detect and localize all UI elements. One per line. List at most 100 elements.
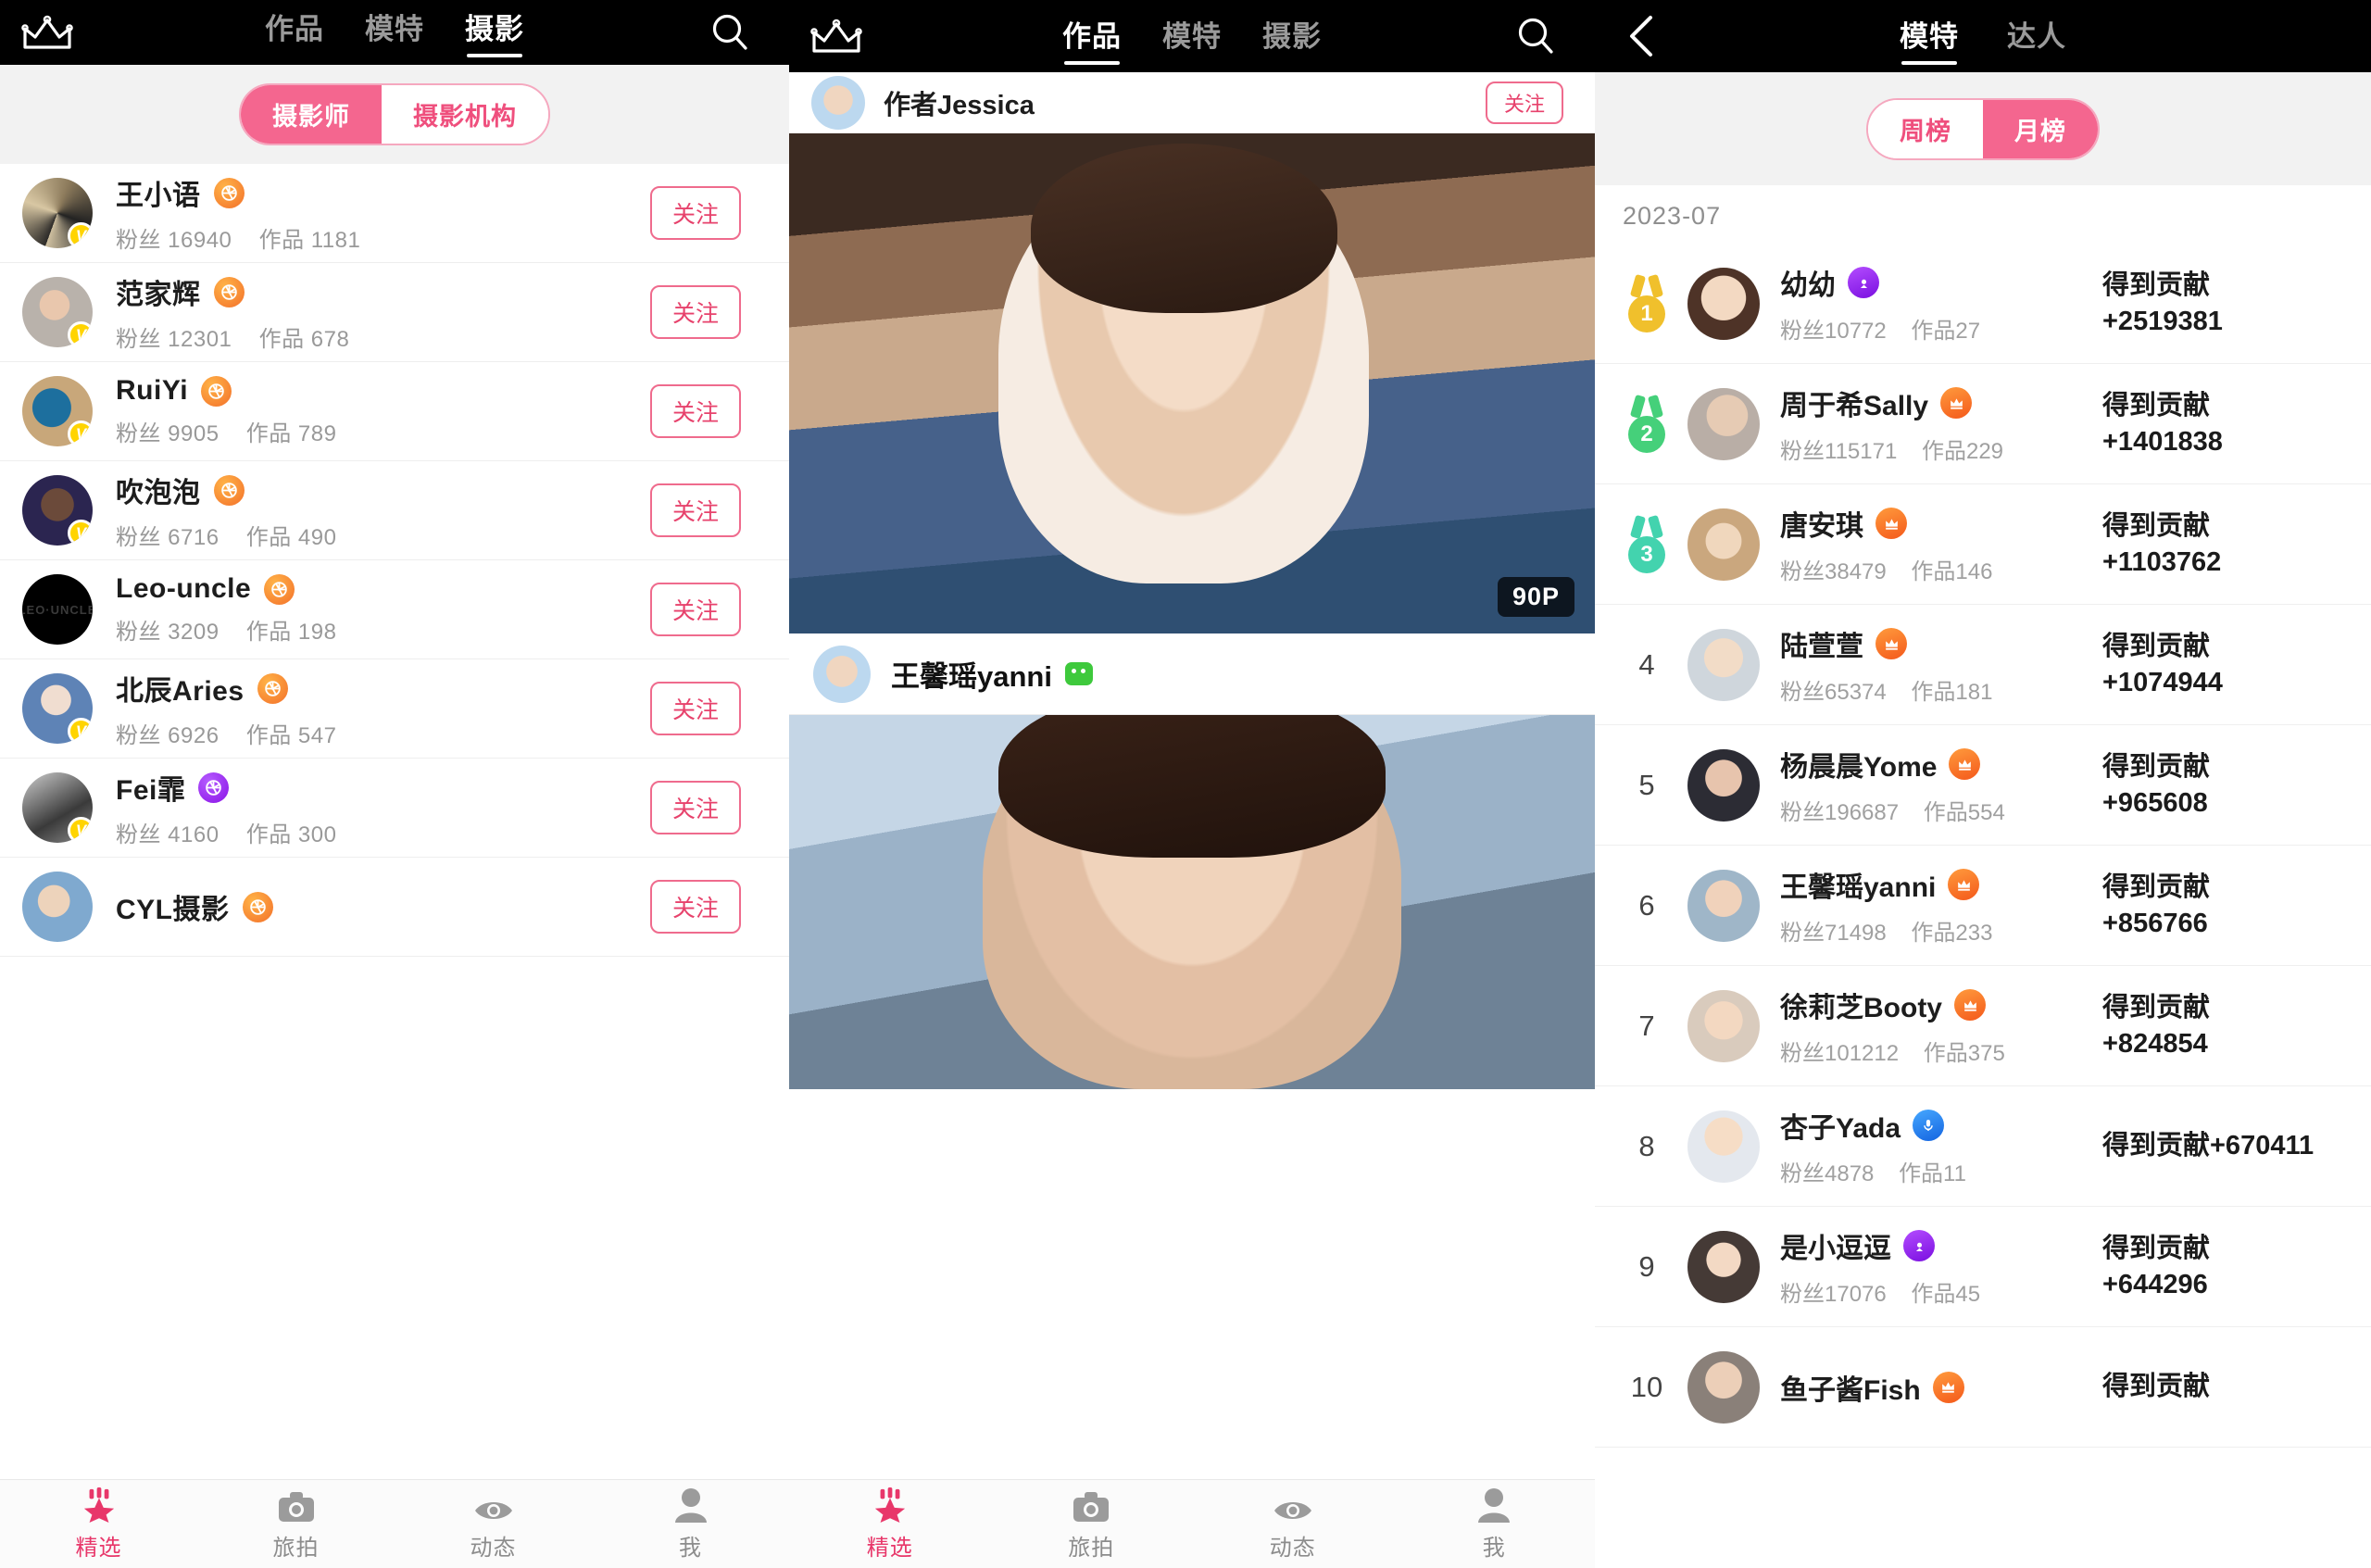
table-row[interactable]: V 王小语 粉丝 16940 作品 1181 关注 bbox=[0, 164, 789, 263]
model-info: 周于希Sally 粉丝115171 作品229 bbox=[1780, 383, 2102, 465]
rank-number: 10 bbox=[1630, 1370, 1663, 1403]
table-row[interactable]: 9 是小逗逗 粉丝17076 作品45 得到贡献 +644296 bbox=[1595, 1207, 2371, 1327]
star-badge-icon bbox=[82, 1486, 117, 1523]
follow-button[interactable]: 关注 bbox=[649, 483, 741, 537]
tab-精选[interactable]: 精选 bbox=[789, 1486, 991, 1562]
fans-stat: 粉丝38479 bbox=[1780, 559, 1887, 584]
table-row[interactable]: 2 周于希Sally 粉丝115171 作品229 得到贡献 +1401838 bbox=[1595, 364, 2371, 484]
photographer-name-row: 范家辉 bbox=[116, 271, 650, 312]
tab-动态[interactable]: 动态 bbox=[395, 1487, 592, 1562]
nav-tab-models[interactable]: 模特 bbox=[365, 6, 424, 57]
feed-list: 作者Jessica 关注 90P 王馨瑶yanni bbox=[789, 72, 1595, 1089]
tab-label: 精选 bbox=[866, 1535, 913, 1561]
tab-精选[interactable]: 精选 bbox=[0, 1486, 197, 1562]
post-image[interactable]: 90P bbox=[789, 133, 1595, 633]
top-nav-bar-3: 模特 达人 bbox=[1595, 0, 2371, 72]
rank-number: 6 bbox=[1638, 888, 1655, 922]
nav-tab-talent[interactable]: 达人 bbox=[2007, 13, 2066, 65]
nav-tab-works[interactable]: 作品 bbox=[265, 6, 324, 57]
back-chevron-icon[interactable] bbox=[1623, 12, 1663, 60]
tab-动态[interactable]: 动态 bbox=[1192, 1487, 1394, 1562]
role-badge-icon bbox=[1932, 1371, 1964, 1403]
photographer-info: Fei霏 粉丝 4160 作品 300 bbox=[116, 767, 650, 848]
segment-photographer[interactable]: 摄影师 bbox=[241, 85, 382, 144]
table-row[interactable]: V RuiYi 粉丝 9905 作品 789 关注 bbox=[0, 362, 789, 461]
model-name-row: 周于希Sally bbox=[1780, 383, 2102, 423]
model-name: 鱼子酱Fish bbox=[1780, 1374, 1921, 1406]
follow-button[interactable]: 关注 bbox=[649, 186, 741, 240]
star-badge-icon bbox=[872, 1486, 908, 1523]
search-icon[interactable] bbox=[709, 11, 752, 54]
segment-agency[interactable]: 摄影机构 bbox=[382, 85, 548, 144]
nav-tab-works[interactable]: 作品 bbox=[1062, 13, 1122, 65]
works-stat: 作品181 bbox=[1911, 680, 1993, 705]
photographer-stats: 粉丝 9905 作品 789 bbox=[116, 415, 650, 447]
table-row[interactable]: 7 徐莉芝Booty 粉丝101212 作品375 得到贡献 +824854 bbox=[1595, 966, 2371, 1086]
works-stat: 作品233 bbox=[1911, 921, 1993, 946]
model-info: 鱼子酱Fish bbox=[1780, 1367, 2102, 1408]
works-stat: 作品 300 bbox=[245, 822, 337, 847]
avatar bbox=[1687, 1350, 1760, 1424]
shutter-icon bbox=[242, 891, 273, 922]
panel-ranking: 模特 达人 周榜 月榜 2023-07 1 幼幼 粉丝10772 作品27 得到… bbox=[1595, 0, 2371, 1568]
segment-weekly[interactable]: 周榜 bbox=[1868, 99, 1983, 158]
tab-我[interactable]: 我 bbox=[1394, 1487, 1596, 1562]
search-icon[interactable] bbox=[1515, 15, 1558, 57]
crown-icon[interactable] bbox=[809, 16, 863, 56]
crown-icon[interactable] bbox=[20, 12, 74, 53]
post-image[interactable] bbox=[789, 715, 1595, 1089]
nav-tab-models[interactable]: 模特 bbox=[1162, 13, 1222, 65]
rank-number: 7 bbox=[1638, 1009, 1655, 1042]
photographer-stats: 粉丝 4160 作品 300 bbox=[116, 816, 650, 848]
table-row[interactable]: V 范家辉 粉丝 12301 作品 678 关注 bbox=[0, 263, 789, 362]
table-row[interactable]: V 北辰Aries 粉丝 6926 作品 547 关注 bbox=[0, 659, 789, 759]
tab-label: 我 bbox=[1482, 1535, 1506, 1561]
table-row[interactable]: 8 杏子Yada 粉丝4878 作品11 得到贡献+670411 bbox=[1595, 1086, 2371, 1207]
table-row[interactable]: LEO·UNCLE Leo-uncle 粉丝 3209 作品 198 关注 bbox=[0, 560, 789, 659]
nav-tab-photography[interactable]: 摄影 bbox=[1262, 13, 1322, 65]
follow-button[interactable]: 关注 bbox=[649, 285, 741, 339]
table-row[interactable]: 6 王馨瑶yanni 粉丝71498 作品233 得到贡献 +856766 bbox=[1595, 846, 2371, 966]
segment-control-wrap-3: 周榜 月榜 bbox=[1595, 72, 2371, 185]
table-row[interactable]: V Fei霏 粉丝 4160 作品 300 关注 bbox=[0, 759, 789, 858]
avatar bbox=[1687, 1230, 1760, 1303]
feed-partial-author-row[interactable]: 作者Jessica 关注 bbox=[789, 72, 1595, 133]
tab-我[interactable]: 我 bbox=[592, 1487, 789, 1562]
table-row[interactable]: 4 陆萱萱 粉丝65374 作品181 得到贡献 +1074944 bbox=[1595, 605, 2371, 725]
table-row[interactable]: 5 杨晨晨Yome 粉丝196687 作品554 得到贡献 +965608 bbox=[1595, 725, 2371, 846]
contribution-value: 得到贡献+670411 bbox=[2102, 1131, 2315, 1161]
table-row[interactable]: CYL摄影 关注 bbox=[0, 858, 789, 957]
photographer-stats: 粉丝 6926 作品 547 bbox=[116, 717, 650, 749]
table-row[interactable]: 3 唐安琪 粉丝38479 作品146 得到贡献 +1103762 bbox=[1595, 484, 2371, 605]
table-row[interactable]: 10 鱼子酱Fish 得到贡献 bbox=[1595, 1327, 2371, 1448]
follow-button[interactable]: 关注 bbox=[649, 583, 741, 636]
page-count-badge: 90P bbox=[1497, 577, 1574, 617]
model-stats: 粉丝38479 作品146 bbox=[1780, 553, 2102, 585]
model-name: 徐莉芝Booty bbox=[1780, 993, 1942, 1023]
model-info: 王馨瑶yanni 粉丝71498 作品233 bbox=[1780, 864, 2102, 947]
table-row[interactable]: V 吹泡泡 粉丝 6716 作品 490 关注 bbox=[0, 461, 789, 560]
follow-button[interactable]: 关注 bbox=[649, 781, 741, 834]
works-stat: 作品 490 bbox=[245, 525, 337, 550]
nav-tab-model[interactable]: 模特 bbox=[1900, 13, 1959, 65]
follow-button[interactable]: 关注 bbox=[649, 384, 741, 438]
segment-monthly[interactable]: 月榜 bbox=[1983, 99, 2098, 158]
tab-旅拍[interactable]: 旅拍 bbox=[197, 1487, 395, 1562]
avatar: V bbox=[22, 376, 93, 446]
post-author-row[interactable]: 王馨瑶yanni bbox=[789, 633, 1595, 715]
tab-旅拍[interactable]: 旅拍 bbox=[991, 1487, 1193, 1562]
works-stat: 作品 198 bbox=[245, 620, 337, 645]
avatar: V bbox=[22, 673, 93, 744]
follow-button[interactable]: 关注 bbox=[649, 880, 741, 934]
model-name: 杏子Yada bbox=[1780, 1113, 1901, 1144]
ranking-list: 1 幼幼 粉丝10772 作品27 得到贡献 +2519381 2 周于希Sall… bbox=[1595, 244, 2371, 1448]
follow-button[interactable]: 关注 bbox=[1485, 82, 1563, 124]
contribution-value: 得到贡献 +1401838 bbox=[2102, 391, 2223, 457]
model-info: 杨晨晨Yome 粉丝196687 作品554 bbox=[1780, 744, 2102, 826]
tab-label: 旅拍 bbox=[272, 1535, 320, 1561]
table-row[interactable]: 1 幼幼 粉丝10772 作品27 得到贡献 +2519381 bbox=[1595, 244, 2371, 364]
model-stats: 粉丝65374 作品181 bbox=[1780, 673, 2102, 706]
avatar: V bbox=[22, 475, 93, 546]
follow-button[interactable]: 关注 bbox=[649, 682, 741, 735]
nav-tab-photography[interactable]: 摄影 bbox=[465, 6, 524, 57]
